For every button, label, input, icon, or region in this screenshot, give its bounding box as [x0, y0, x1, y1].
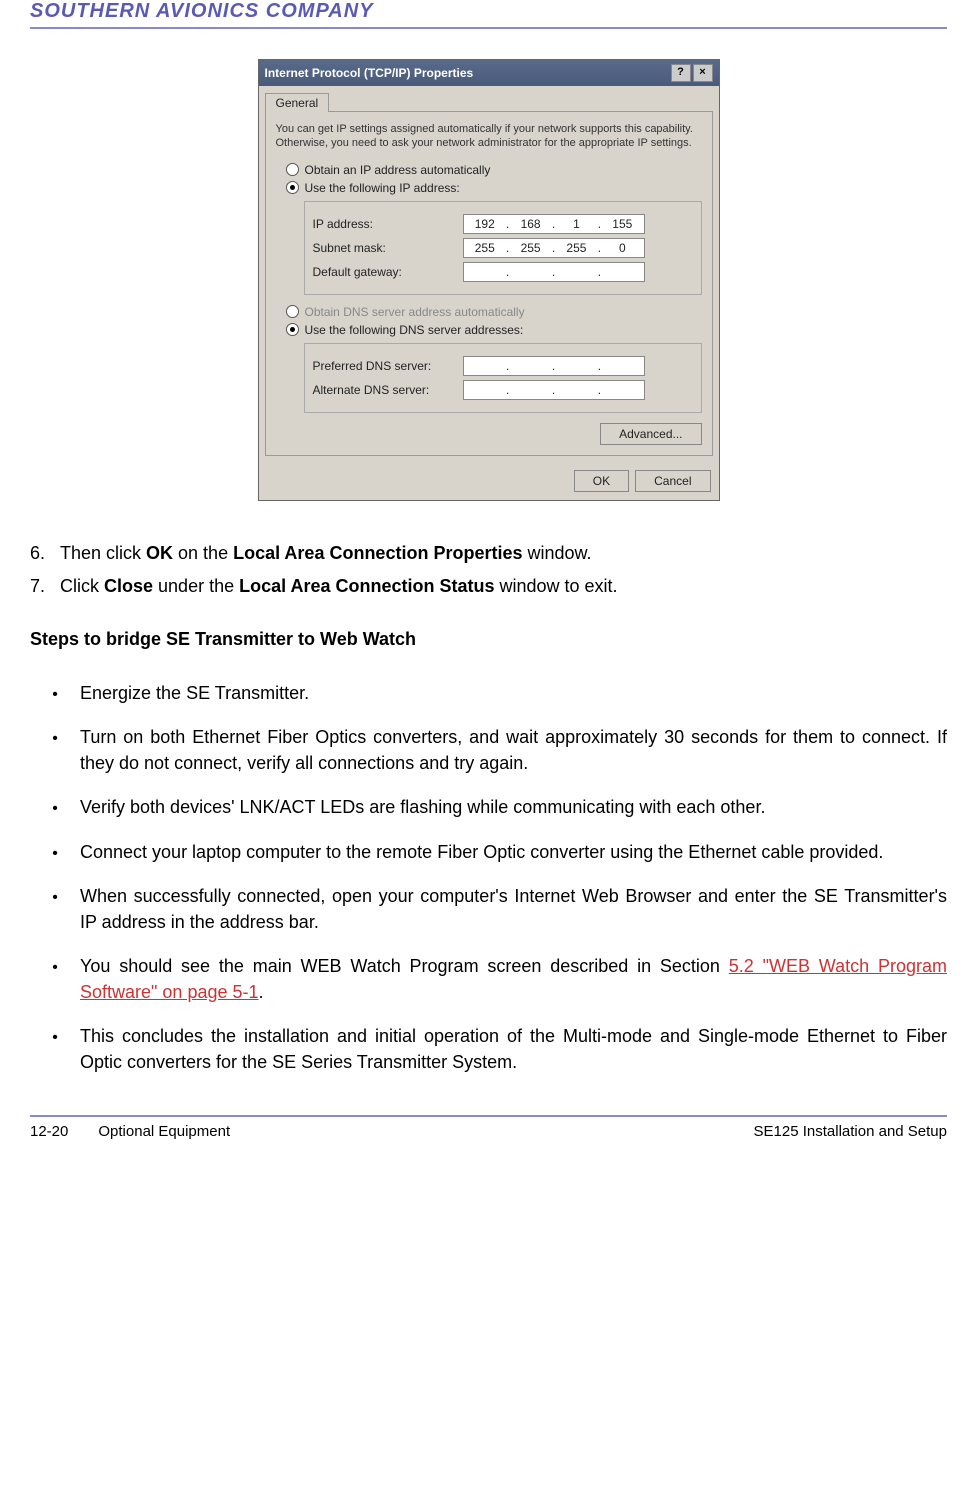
list-item: When successfully connected, open your c… [30, 883, 947, 935]
dialog-title: Internet Protocol (TCP/IP) Properties [265, 66, 669, 80]
radio-auto-ip[interactable]: Obtain an IP address automatically [286, 163, 702, 177]
list-item: This concludes the installation and init… [30, 1023, 947, 1075]
page-footer: 12-20 Optional Equipment SE125 Installat… [30, 1115, 947, 1140]
bullet-icon [30, 724, 80, 776]
list-item: Energize the SE Transmitter. [30, 680, 947, 706]
section-title: Steps to bridge SE Transmitter to Web Wa… [30, 629, 947, 650]
ip-seg: 192 [464, 217, 507, 231]
help-icon[interactable]: ? [671, 64, 691, 82]
bullet-icon [30, 1023, 80, 1075]
radio-label: Obtain an IP address automatically [305, 163, 491, 177]
subnet-label: Subnet mask: [313, 241, 463, 255]
footer-doc: SE125 Installation and Setup [754, 1123, 947, 1140]
step-item: 6. Then click OK on the Local Area Conne… [30, 541, 947, 566]
radio-icon [286, 305, 299, 318]
step-number: 7. [30, 574, 60, 599]
ip-seg: 155 [601, 217, 644, 231]
ip-seg: 255 [555, 241, 598, 255]
step-text: Then click OK on the Local Area Connecti… [60, 541, 592, 566]
close-icon[interactable]: × [693, 64, 713, 82]
radio-icon [286, 163, 299, 176]
pref-dns-label: Preferred DNS server: [313, 359, 463, 373]
step-number: 6. [30, 541, 60, 566]
ip-seg: 255 [464, 241, 507, 255]
bullet-icon [30, 680, 80, 706]
bullet-text: Connect your laptop computer to the remo… [80, 839, 947, 865]
ip-seg: 0 [601, 241, 644, 255]
list-item: Connect your laptop computer to the remo… [30, 839, 947, 865]
bullet-text: When successfully connected, open your c… [80, 883, 947, 935]
subnet-input[interactable]: 255. 255. 255. 0 [463, 238, 645, 258]
ok-button[interactable]: OK [574, 470, 629, 492]
gateway-input[interactable]: . . . [463, 262, 645, 282]
bullet-text: Energize the SE Transmitter. [80, 680, 947, 706]
page-number: 12-20 [30, 1123, 68, 1140]
dialog-titlebar: Internet Protocol (TCP/IP) Properties ? … [259, 60, 719, 86]
ip-address-label: IP address: [313, 217, 463, 231]
bullet-text: Turn on both Ethernet Fiber Optics conve… [80, 724, 947, 776]
radio-manual-dns[interactable]: Use the following DNS server addresses: [286, 323, 702, 337]
radio-label: Use the following IP address: [305, 181, 460, 195]
list-item: Turn on both Ethernet Fiber Optics conve… [30, 724, 947, 776]
ip-address-input[interactable]: 192. 168. 1. 155 [463, 214, 645, 234]
list-item: You should see the main WEB Watch Progra… [30, 953, 947, 1005]
bullet-icon [30, 953, 80, 1005]
radio-auto-dns: Obtain DNS server address automatically [286, 305, 702, 319]
radio-icon [286, 181, 299, 194]
bullet-icon [30, 794, 80, 820]
gateway-label: Default gateway: [313, 265, 463, 279]
footer-section: Optional Equipment [98, 1123, 753, 1140]
pref-dns-input[interactable]: . . . [463, 356, 645, 376]
bullet-text: This concludes the installation and init… [80, 1023, 947, 1075]
page-header: SOUTHERN AVIONICS COMPANY [30, 0, 947, 29]
ip-seg: 1 [555, 217, 598, 231]
radio-label: Use the following DNS server addresses: [305, 323, 524, 337]
tab-general[interactable]: General [265, 93, 330, 112]
cancel-button[interactable]: Cancel [635, 470, 710, 492]
bullet-text: You should see the main WEB Watch Progra… [80, 953, 947, 1005]
step-text: Click Close under the Local Area Connect… [60, 574, 618, 599]
list-item: Verify both devices' LNK/ACT LEDs are fl… [30, 794, 947, 820]
bullet-icon [30, 839, 80, 865]
radio-manual-ip[interactable]: Use the following IP address: [286, 181, 702, 195]
radio-label: Obtain DNS server address automatically [305, 305, 525, 319]
radio-icon [286, 323, 299, 336]
advanced-button[interactable]: Advanced... [600, 423, 701, 445]
dialog-description: You can get IP settings assigned automat… [276, 122, 702, 151]
step-item: 7. Click Close under the Local Area Conn… [30, 574, 947, 599]
ip-seg: 255 [509, 241, 552, 255]
alt-dns-input[interactable]: . . . [463, 380, 645, 400]
ip-seg: 168 [509, 217, 552, 231]
bullet-text: Verify both devices' LNK/ACT LEDs are fl… [80, 794, 947, 820]
bullet-icon [30, 883, 80, 935]
alt-dns-label: Alternate DNS server: [313, 383, 463, 397]
tcpip-dialog: Internet Protocol (TCP/IP) Properties ? … [258, 59, 720, 501]
